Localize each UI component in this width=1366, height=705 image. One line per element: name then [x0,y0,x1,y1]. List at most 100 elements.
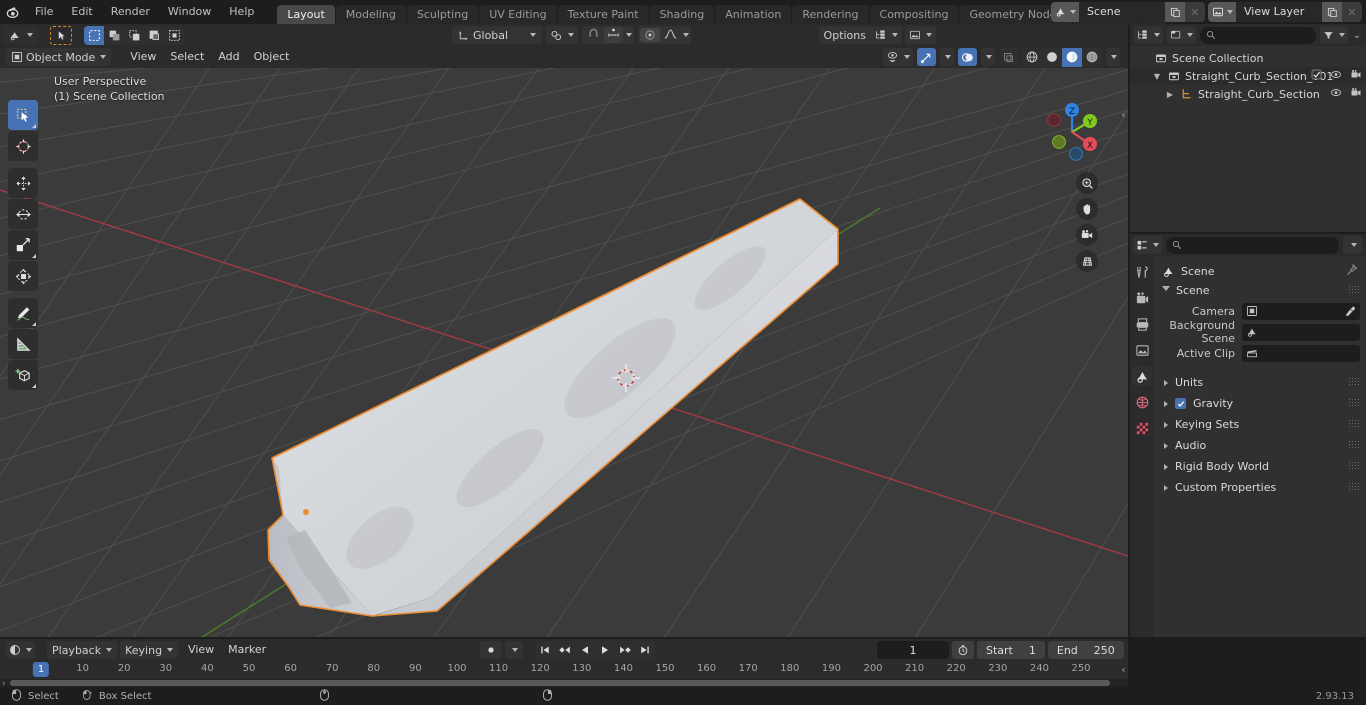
proportional-edit-controls[interactable] [638,26,691,44]
jump-next-keyframe-icon[interactable] [615,641,635,660]
chevron-right-icon[interactable] [1164,400,1168,407]
property-field-background-scene[interactable] [1242,323,1360,341]
new-view-layer-button[interactable] [1322,2,1342,22]
unlink-scene-button[interactable]: ✕ [1185,2,1205,22]
property-field-camera[interactable] [1242,302,1360,320]
properties-options-dropdown[interactable] [1343,236,1363,254]
timeline-horizontal-scrollbar[interactable] [0,679,1128,687]
remove-view-layer-button[interactable]: ✕ [1342,2,1362,22]
tool-transform[interactable] [8,261,38,291]
view-layer-selector[interactable]: View Layer ✕ [1208,2,1362,22]
workspace-tab-rendering[interactable]: Rendering [792,5,869,24]
property-section[interactable]: Keying Sets [1154,414,1366,435]
timeline-editor-type-icon[interactable] [6,641,35,659]
pin-icon[interactable] [1346,263,1358,279]
pivot-point-dropdown[interactable] [546,26,578,44]
xray-toggle[interactable] [999,48,1018,66]
filter-icon[interactable] [1320,26,1348,44]
shading-dropdown[interactable] [1106,48,1120,66]
magnet-icon[interactable] [584,27,603,43]
menu-edit[interactable]: Edit [62,2,101,22]
shading-mode-material-preview[interactable] [1062,47,1082,67]
chevron-right-icon[interactable] [1164,379,1168,386]
timeline-menu-keying[interactable]: Keying [120,641,179,659]
workspace-tab-animation[interactable]: Animation [715,5,792,24]
select-intersect-icon[interactable] [164,26,184,45]
tool-cursor[interactable] [8,131,38,161]
select-box-icon[interactable] [84,25,104,45]
overlays-dropdown[interactable] [981,48,995,66]
falloff-curve-icon[interactable] [662,28,679,43]
editor-type-icon[interactable] [4,26,38,44]
tool-scale[interactable] [8,230,38,260]
snap-target-icon[interactable] [604,27,623,43]
select-invert-icon[interactable] [144,26,164,45]
tool-annotate[interactable] [8,298,38,328]
auto-keying-dropdown[interactable] [505,641,523,659]
property-section[interactable]: Custom Properties [1154,477,1366,498]
tool-measure[interactable] [8,329,38,359]
eye-icon[interactable] [1330,69,1342,83]
properties-editor-type-icon[interactable] [1133,236,1162,254]
timeline-menu-marker[interactable]: Marker [221,641,273,659]
eyedropper-icon[interactable] [1345,306,1356,317]
outliner-display-dropdown[interactable] [871,26,902,44]
outliner-editor-type-icon[interactable] [1134,26,1163,44]
gizmo-dropdown[interactable] [940,48,954,66]
shading-mode-wireframe[interactable] [1022,48,1042,67]
property-section[interactable]: Gravity [1154,393,1366,414]
new-scene-button[interactable] [1165,2,1185,22]
jump-prev-keyframe-icon[interactable] [555,641,575,660]
camera-icon[interactable] [1350,69,1362,83]
workspace-tab-layout[interactable]: Layout [277,5,335,24]
tab-world[interactable] [1132,392,1152,412]
viewport-menu-add[interactable]: Add [211,48,246,66]
blender-logo-icon[interactable] [0,0,26,24]
timeline-menu-view[interactable]: View [181,641,221,659]
outliner-search-input[interactable] [1200,26,1316,44]
show-gizmo-toggle[interactable] [917,48,936,66]
chevron-right-icon[interactable]: ▶ [1164,90,1176,99]
menu-window[interactable]: Window [159,2,220,22]
checkbox-icon[interactable] [1311,69,1322,83]
menu-file[interactable]: File [26,2,62,22]
sidebar-toggle-arrow[interactable]: ‹ [1119,106,1128,122]
scene-selector[interactable]: Scene ✕ [1051,2,1205,22]
tab-view-layer[interactable] [1132,340,1152,360]
workspace-tab-modeling[interactable]: Modeling [335,5,406,24]
timeline-sidebar-toggle[interactable]: ‹ [1119,661,1128,677]
view-layer-dropdown[interactable] [905,26,936,44]
workspace-tab-shading[interactable]: Shading [649,5,715,24]
tool-add-cube[interactable] [8,360,38,390]
select-mode-group[interactable] [84,25,184,45]
camera-view-icon[interactable] [1076,224,1098,246]
tool-move[interactable] [8,168,38,198]
navigation-gizmo[interactable]: Z Y X [1038,98,1106,166]
object-visibility-dropdown[interactable] [883,48,913,66]
timeline-scrollbar-handle[interactable] [10,680,1110,686]
jump-to-end-icon[interactable] [635,641,655,660]
property-section[interactable]: Units [1154,372,1366,393]
outliner-row[interactable]: ▶ Straight_Curb_Section [1130,85,1366,103]
toggle-perspective-icon[interactable] [1076,250,1098,272]
menu-render[interactable]: Render [102,2,159,22]
tab-tool[interactable] [1132,262,1152,282]
outliner-row[interactable]: ▼ Straight_Curb_Section_001 [1130,67,1366,85]
scene-browse-icon[interactable] [1051,2,1079,22]
pan-hand-icon[interactable] [1076,198,1098,220]
select-extend-icon[interactable] [104,26,124,45]
scene-name[interactable]: Scene [1079,2,1165,22]
view-layer-browse-icon[interactable] [1208,2,1236,22]
property-section[interactable]: Audio [1154,435,1366,456]
checkbox-icon[interactable] [1175,398,1186,409]
transform-orientation-dropdown[interactable]: Global [452,26,542,44]
playhead[interactable]: 1 [32,662,50,677]
zoom-icon[interactable] [1076,172,1098,194]
proportional-edit-icon[interactable] [640,28,660,42]
tab-scene[interactable] [1132,366,1152,386]
snap-controls[interactable] [582,26,634,44]
workspace-tab-compositing[interactable]: Compositing [869,5,959,24]
viewport-menu-select[interactable]: Select [163,48,211,66]
chevron-down-icon[interactable]: ▼ [1151,72,1163,81]
tab-texture[interactable] [1132,418,1152,438]
